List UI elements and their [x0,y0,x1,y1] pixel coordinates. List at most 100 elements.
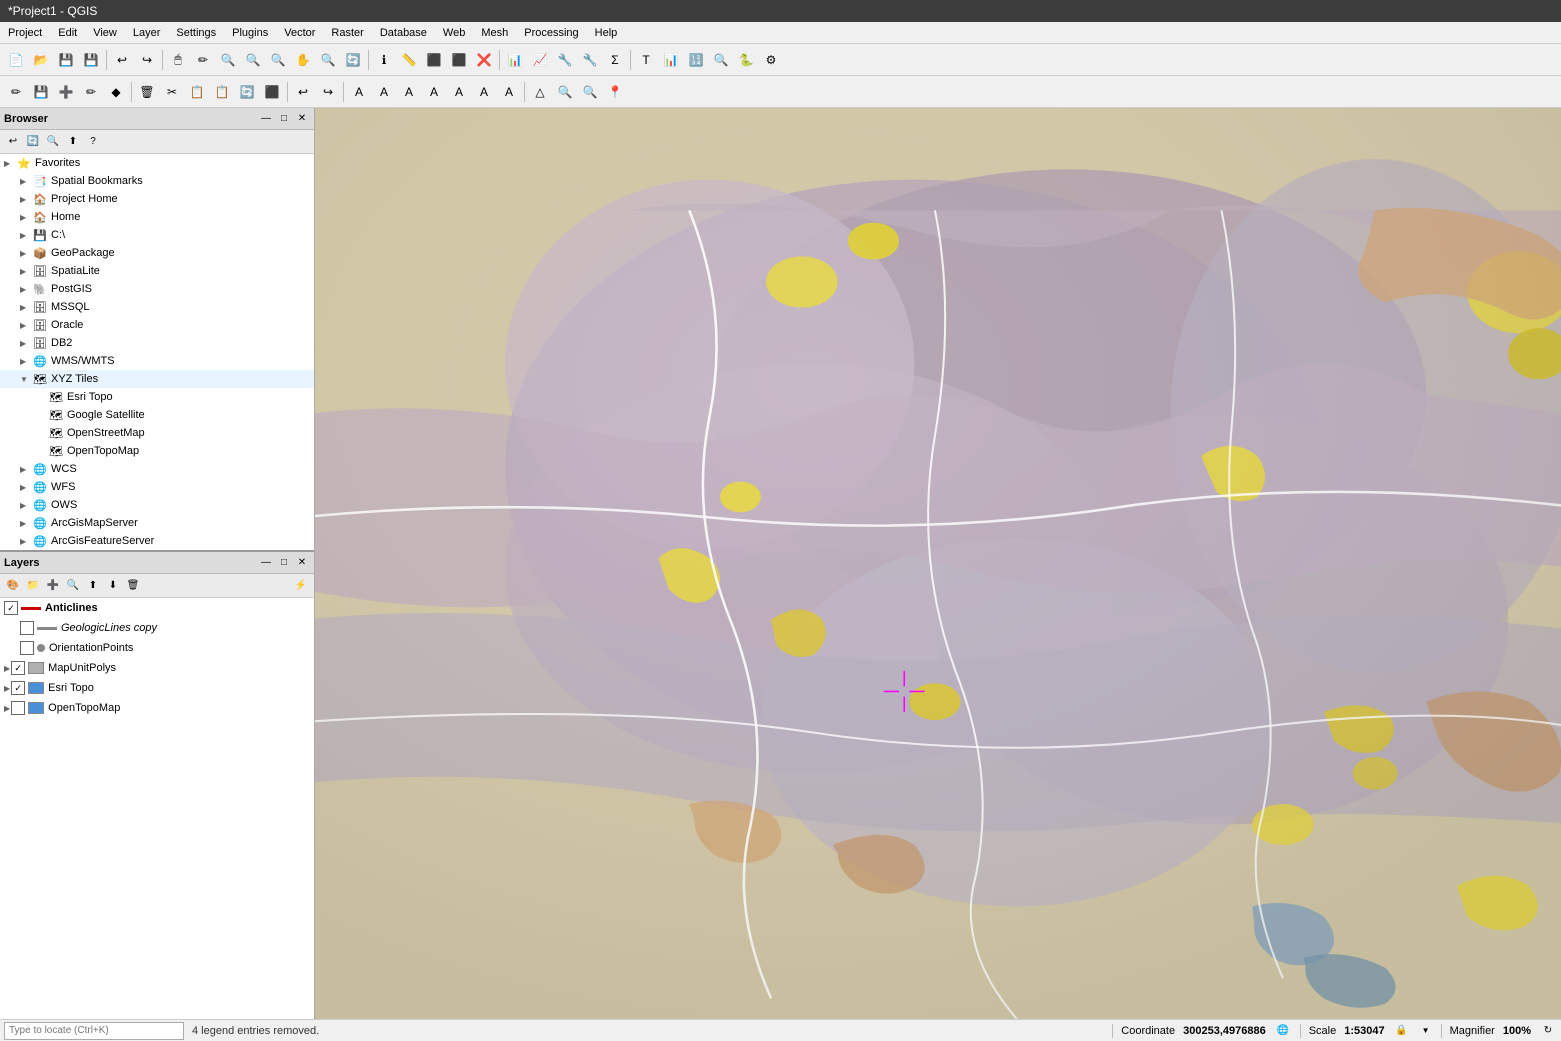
zoom-to-selection-btn[interactable]: 🔍 [316,48,340,72]
label-tool-btn[interactable]: A [347,80,371,104]
layer-orientationpoints-check[interactable] [20,641,34,655]
edit-btn[interactable]: ✏ [4,80,28,104]
annotation2-btn[interactable]: 🔍 [553,80,577,104]
field-calc-btn[interactable]: 🔢 [684,48,708,72]
select-rect-btn[interactable]: ⬛ [422,48,446,72]
plugin-btn1[interactable]: 🔧 [553,48,577,72]
menu-vector[interactable]: Vector [276,25,323,41]
browser-ows[interactable]: ▶ 🌐 OWS [0,496,314,514]
browser-project-home[interactable]: ▶ 🏠 Project Home [0,190,314,208]
processing-toolbox-btn[interactable]: ⚙ [759,48,783,72]
menu-database[interactable]: Database [372,25,435,41]
scale-arrow-btn[interactable]: ▼ [1419,1022,1433,1040]
browser-settings-btn[interactable]: ✕ [294,111,310,127]
label3-tool-btn[interactable]: A [397,80,421,104]
layer-anticlines[interactable]: ✓ Anticlines [0,598,314,618]
layer-orientationpoints[interactable]: OrientationPoints [0,638,314,658]
browser-close-btn[interactable]: — [258,111,274,127]
plugin-btn2[interactable]: 🔧 [578,48,602,72]
locate-input[interactable] [4,1022,184,1040]
save-as-btn[interactable]: 💾 [79,48,103,72]
refresh-btn[interactable]: 🔄 [341,48,365,72]
new-project-btn[interactable]: 📄 [4,48,28,72]
digitize-btn[interactable]: ✏ [191,48,215,72]
browser-filter-btn[interactable]: 🔍 [44,133,62,151]
python-btn[interactable]: 🐍 [734,48,758,72]
layer-mapunitpolys[interactable]: ▶ ✓ MapUnitPolys [0,658,314,678]
annotation-btn[interactable]: △ [528,80,552,104]
rotation-btn[interactable]: ↻ [1539,1022,1557,1040]
browser-opentopomap[interactable]: 🗺 OpenTopoMap [0,442,314,460]
browser-postgis[interactable]: ▶ 🐘 PostGIS [0,280,314,298]
browser-refresh-btn[interactable]: 🔄 [24,133,42,151]
browser-wcs[interactable]: ▶ 🌐 WCS [0,460,314,478]
undo-btn[interactable]: ↩ [110,48,134,72]
browser-spatial-bookmarks[interactable]: ▶ 📑 Spatial Bookmarks [0,172,314,190]
layers-close-btn[interactable]: — [258,555,274,571]
add-group-btn[interactable]: 📁 [24,577,42,595]
paste-btn[interactable]: 📋 [210,80,234,104]
pan-btn[interactable]: ✋ [291,48,315,72]
menu-layer[interactable]: Layer [125,25,169,41]
redo-edit-btn[interactable]: ↪ [316,80,340,104]
scale-btn[interactable]: ⬛ [260,80,284,104]
statistics-btn[interactable]: 📈 [528,48,552,72]
menu-web[interactable]: Web [435,25,473,41]
rotate-btn[interactable]: 🔄 [235,80,259,104]
layer-geologiclines[interactable]: GeologicLines copy [0,618,314,638]
filter-layers-btn[interactable]: 🔍 [64,577,82,595]
identify-btn[interactable]: ℹ [372,48,396,72]
label5-tool-btn[interactable]: A [447,80,471,104]
open-table-btn[interactable]: 📊 [503,48,527,72]
sum-btn[interactable]: Σ [603,48,627,72]
browser-spatialite[interactable]: ▶ 🗄 SpatiaLite [0,262,314,280]
browser-xyz-tiles[interactable]: ▼ 🗺 XYZ Tiles [0,370,314,388]
digitize-tool-btn[interactable]: ✏ [79,80,103,104]
select-poly-btn[interactable]: ⬛ [447,48,471,72]
save-project-btn[interactable]: 💾 [54,48,78,72]
menu-edit[interactable]: Edit [50,25,85,41]
browser-db2[interactable]: ▶ 🗄 DB2 [0,334,314,352]
layer-esri-topo-check[interactable]: ✓ [11,681,25,695]
gps-btn[interactable]: 📍 [603,80,627,104]
browser-arcgis-feature[interactable]: ▶ 🌐 ArcGisFeatureServer [0,532,314,550]
browser-collapse-btn[interactable]: ⬆ [64,133,82,151]
layer-esri-topo[interactable]: ▶ ✓ Esri Topo [0,678,314,698]
browser-arcgis-map[interactable]: ▶ 🌐 ArcGisMapServer [0,514,314,532]
layer-geologiclines-check[interactable] [20,621,34,635]
browser-wfs[interactable]: ▶ 🌐 WFS [0,478,314,496]
measure-btn[interactable]: 📏 [397,48,421,72]
label7-tool-btn[interactable]: A [497,80,521,104]
label6-tool-btn[interactable]: A [472,80,496,104]
cut-btn[interactable]: ✂ [160,80,184,104]
zoom-out-btn[interactable]: 🔍 [266,48,290,72]
browser-float-btn[interactable]: □ [276,111,292,127]
menu-processing[interactable]: Processing [516,25,586,41]
menu-help[interactable]: Help [587,25,626,41]
zoom-in-btn[interactable]: 🔍 [241,48,265,72]
label4-tool-btn[interactable]: A [422,80,446,104]
zoom-full-btn[interactable]: 🔍 [216,48,240,72]
layers-float-btn[interactable]: □ [276,555,292,571]
browser-favorites[interactable]: ▶ ⭐ Favorites [0,154,314,172]
layer-anticlines-check[interactable]: ✓ [4,601,18,615]
open-layer-style-btn[interactable]: 🎨 [4,577,22,595]
undo-edit-btn[interactable]: ↩ [291,80,315,104]
label2-tool-btn[interactable]: A [372,80,396,104]
browser-wms-wmts[interactable]: ▶ 🌐 WMS/WMTS [0,352,314,370]
redo-btn[interactable]: ↪ [135,48,159,72]
layers-settings-btn[interactable]: ✕ [294,555,310,571]
browser-google-satellite[interactable]: 🗺 Google Satellite [0,406,314,424]
delete-selected-btn[interactable]: 🗑 [135,80,159,104]
browser-mssql[interactable]: ▶ 🗄 MSSQL [0,298,314,316]
menu-view[interactable]: View [85,25,125,41]
add-layer-btn[interactable]: ➕ [44,577,62,595]
browser-add-btn[interactable]: ↩ [4,133,22,151]
move-up-btn[interactable]: ⬆ [84,577,102,595]
filter-layer-contents-btn[interactable]: ⚡ [292,577,310,595]
open-project-btn[interactable]: 📂 [29,48,53,72]
browser-drive-c[interactable]: ▶ 💾 C:\ [0,226,314,244]
move-down-btn[interactable]: ⬇ [104,577,122,595]
lock-scale-btn[interactable]: 🔒 [1393,1022,1411,1040]
crs-btn[interactable]: 🌐 [1274,1022,1292,1040]
